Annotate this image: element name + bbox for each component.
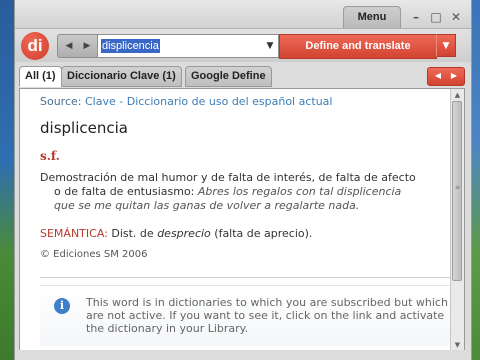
semantics-label: SEMÁNTICA: [40,227,108,240]
definition-line-1: Demostración de mal humor y de falta de … [40,171,416,184]
close-icon[interactable]: ✕ [449,10,463,24]
dictionary-window: Menu – □ ✕ di ◀ ▶ displicencia ▼ Define … [14,0,472,360]
results-tabs: All (1) Diccionario Clave (1) Google Def… [15,62,471,88]
tab-google-define[interactable]: Google Define [185,66,272,87]
example-part-2: que se me quitan las ganas de volver a r… [54,199,360,212]
search-selected-text: displicencia [101,39,160,53]
headword: displicencia [40,119,128,137]
define-and-translate-button[interactable]: Define and translate [279,34,437,59]
semantics-pre: Dist. de [111,227,154,240]
scroll-grip-icon: ≡ [455,184,461,191]
window-bottom-edge [15,350,471,360]
semantics-post: (falta de aprecio). [214,227,313,240]
history-nav: ◀ ▶ [57,34,99,58]
tab-diccionario-clave[interactable]: Diccionario Clave (1) [61,66,182,87]
tab-prev-icon[interactable]: ◀ [431,70,445,82]
definition-content: Source: Clave - Diccionario de uso del e… [20,89,454,351]
example-part-1: Abres los regalos con tal displicencia [197,185,402,198]
search-box: displicencia ▼ [97,34,279,58]
source-dictionary-link[interactable]: Clave - Diccionario de uso del español a… [85,95,332,108]
part-of-speech: s.f. [40,149,60,163]
tab-all[interactable]: All (1) [19,66,62,87]
inactive-dictionary-notice: i This word is in dictionaries to which … [40,285,450,346]
minimize-icon[interactable]: – [409,10,423,24]
scroll-up-icon[interactable]: ▲ [452,90,463,100]
source-line: Source: Clave - Diccionario de uso del e… [40,95,332,108]
notice-text: This word is in dictionaries to which yo… [86,296,448,335]
scroll-down-icon[interactable]: ▼ [452,340,463,350]
title-bar: Menu – □ ✕ [15,0,471,29]
vertical-scrollbar[interactable]: ▲ ≡ ▼ [450,89,464,351]
definition-continuation: o de falta de entusiasmo: Abres los rega… [40,185,444,213]
desktop-background-left [0,0,14,360]
maximize-icon[interactable]: □ [429,10,443,24]
info-icon: i [54,298,70,314]
search-history-dropdown-icon[interactable]: ▼ [264,39,276,53]
tab-next-icon[interactable]: ▶ [447,70,461,82]
semantics-note: SEMÁNTICA: Dist. de desprecio (falta de … [40,227,312,240]
toolbar: di ◀ ▶ displicencia ▼ Define and transla… [15,28,471,64]
app-logo: di [21,32,49,60]
menu-button[interactable]: Menu [343,6,401,29]
tab-scroll-nav: ◀ ▶ [427,67,465,86]
translate-options-dropdown-icon[interactable]: ▼ [436,34,456,57]
copyright-text: © Ediciones SM 2006 [40,249,148,260]
forward-arrow-icon[interactable]: ▶ [80,39,94,53]
scroll-thumb[interactable]: ≡ [452,101,462,281]
source-label: Source: [40,95,82,108]
definition-line-2: o de falta de entusiasmo: [54,185,195,198]
definition-panel: Source: Clave - Diccionario de uso del e… [19,88,465,352]
divider [40,277,454,278]
definition-text: Demostración de mal humor y de falta de … [40,171,444,213]
back-arrow-icon[interactable]: ◀ [62,39,76,53]
semantics-emphasis: desprecio [157,227,211,240]
